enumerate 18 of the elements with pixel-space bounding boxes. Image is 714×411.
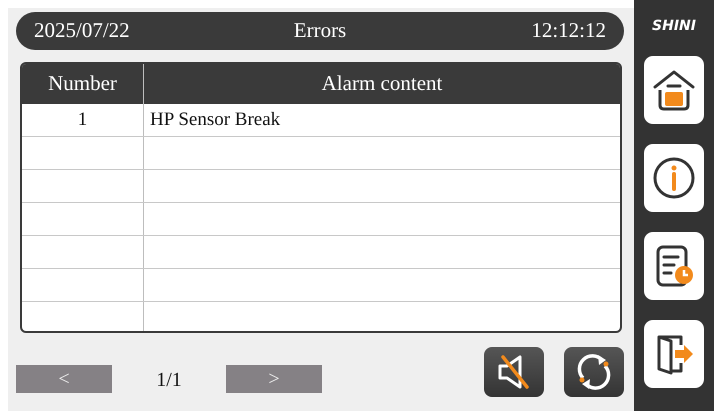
table-cell-text: HP Sensor Break [149,108,282,132]
page-indicator: 1/1 [155,368,183,392]
exit-button[interactable] [644,320,704,388]
info-button[interactable] [644,144,704,212]
date-text: 2025/07/22 [34,18,131,44]
time-text: 12:12:12 [530,18,606,44]
previous-page-button[interactable]: < [16,365,112,394]
screen-title: Errors [294,18,346,44]
next-page-button[interactable]: > [226,365,322,394]
mute-button[interactable] [484,347,544,398]
refresh-button[interactable] [564,347,624,398]
info-icon [651,155,697,201]
column-header: Alarm content [320,70,444,98]
home-button[interactable] [644,56,704,124]
brand-logo: SHINI [652,18,696,36]
history-button[interactable] [644,232,704,300]
table-cell: 1 [22,104,144,136]
column-header: Number [22,64,144,104]
